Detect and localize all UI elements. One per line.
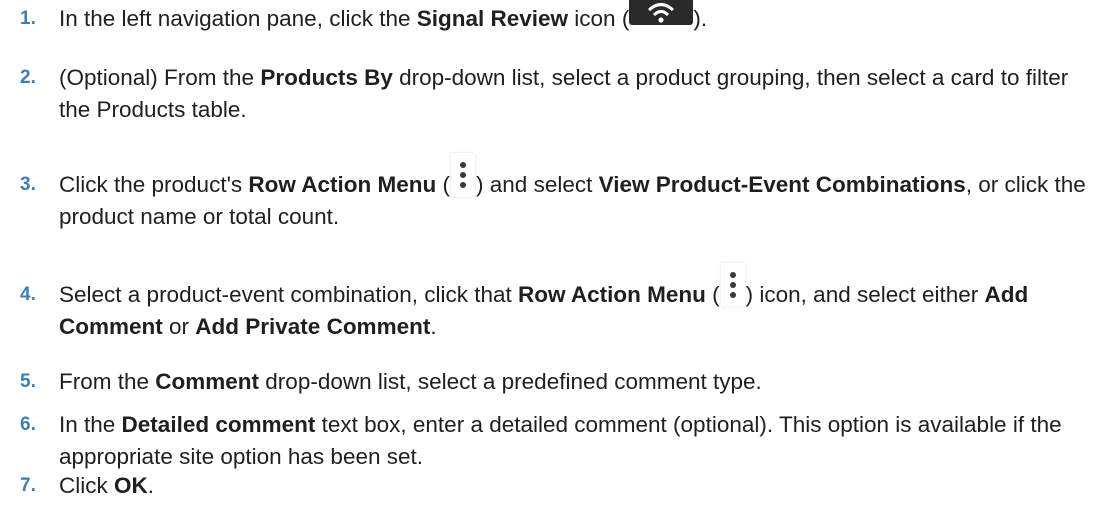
step-text-part: ( (436, 172, 451, 197)
step-number: 4. (20, 284, 36, 305)
kebab-menu-icon (720, 263, 745, 307)
step-text-part: ) and select (476, 172, 599, 197)
step-text-part: In the left navigation pane, click the (59, 6, 417, 31)
ui-term-row-action-menu: Row Action Menu (248, 172, 437, 197)
step-number: 6. (20, 414, 36, 435)
step-text-part: Select a product-event combination, clic… (59, 282, 518, 307)
step-text-part: In the (59, 412, 122, 437)
step-text: In the left navigation pane, click the S… (59, 0, 1099, 35)
procedure-steps: 1. In the left navigation pane, click th… (0, 0, 1110, 511)
ui-term-view-product-event-combinations: View Product-Event Combinations (598, 172, 966, 197)
step-text: From the Comment drop-down list, select … (59, 366, 1099, 398)
ui-term-products-by: Products By (260, 65, 393, 90)
ui-term-detailed-comment: Detailed comment (121, 412, 316, 437)
step-text-part: Click the product's (59, 172, 249, 197)
step-text: (Optional) From the Products By drop-dow… (59, 62, 1099, 126)
step-text-part: ) icon, and select either (745, 282, 985, 307)
step-text-part: From the (59, 369, 156, 394)
step-text-part: ( (705, 282, 720, 307)
ui-term-ok: OK (114, 473, 148, 498)
step-number: 7. (20, 475, 36, 496)
step-number: 1. (20, 8, 36, 29)
step-text: Click the product's Row Action Menu ( ) a… (59, 153, 1099, 233)
step-number: 2. (20, 67, 36, 88)
step-text: Select a product-event combination, clic… (59, 263, 1099, 343)
ui-term-add-private-comment: Add Private Comment (195, 314, 431, 339)
ui-term-comment: Comment (155, 369, 260, 394)
step-text-part: icon ( (568, 6, 630, 31)
step-text-part: Click (59, 473, 114, 498)
wifi-signal-icon (629, 0, 694, 25)
step-text: Click OK. (59, 470, 1099, 502)
step-text-part: or (162, 314, 196, 339)
step-text: In the Detailed comment text box, enter … (59, 409, 1099, 473)
step-text-part: drop-down list, select a predefined comm… (259, 369, 762, 394)
step-number: 3. (20, 174, 36, 195)
step-text-part: (Optional) From the (59, 65, 261, 90)
step-text-part: ). (693, 6, 708, 31)
step-number: 5. (20, 371, 36, 392)
step-text-part: . (430, 314, 437, 339)
ui-term-row-action-menu: Row Action Menu (518, 282, 706, 307)
kebab-menu-icon (451, 153, 476, 197)
ui-term-signal-review: Signal Review (416, 6, 569, 31)
step-text-part: . (147, 473, 155, 498)
